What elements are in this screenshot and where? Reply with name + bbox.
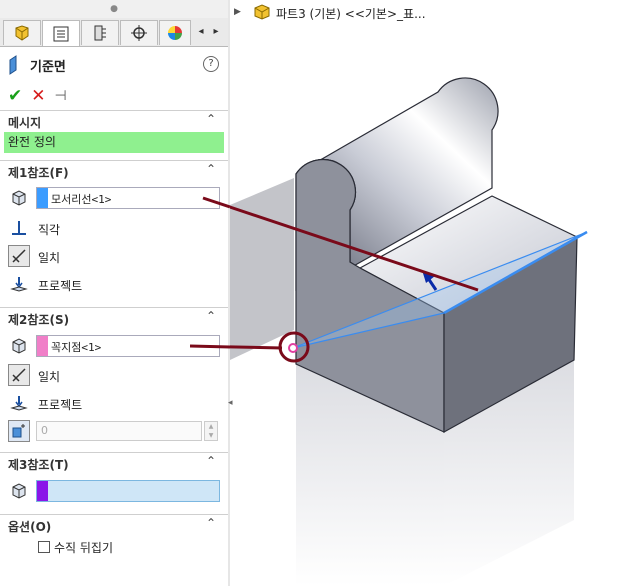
ref3-entity-icon xyxy=(8,480,30,502)
options-section-header[interactable]: 옵션(O) ⌃ xyxy=(0,514,228,535)
ref2-callout-line xyxy=(190,344,230,349)
selected-vertex xyxy=(288,343,298,353)
tabs-scroll-right-button[interactable]: ▸ xyxy=(209,24,223,40)
ref1-section-header[interactable]: 제1참조(F) ⌃ xyxy=(0,160,228,181)
plane-icon xyxy=(9,55,17,75)
flip-normal-checkbox[interactable] xyxy=(38,541,50,553)
display-manager-icon xyxy=(168,26,182,40)
cancel-button[interactable]: ✕ xyxy=(31,87,45,105)
ref2-option-project[interactable]: 프로젝트 xyxy=(38,396,82,413)
ref1-section-title: 제1참조(F) xyxy=(8,166,69,180)
ref1-callout-line xyxy=(202,196,230,209)
offset-spinner[interactable]: ▲ ▼ xyxy=(204,421,218,441)
property-manager-icon xyxy=(53,26,69,41)
plane-shadow xyxy=(230,178,294,360)
tab-feature-manager[interactable] xyxy=(3,20,41,45)
ref2-selection-text: 꼭지점<1> xyxy=(51,341,102,354)
collapse-icon: ⌃ xyxy=(206,454,217,468)
ref3-selection-box[interactable] xyxy=(36,480,220,502)
ref1-entity-icon xyxy=(8,187,30,209)
ref3-color-swatch xyxy=(37,481,48,501)
perpendicular-icon[interactable] xyxy=(8,217,30,239)
tree-expand-arrow[interactable]: ▶ xyxy=(234,7,241,17)
options-section-title: 옵션(O) xyxy=(8,520,52,534)
offset-distance-input[interactable]: 0 xyxy=(36,421,202,441)
flip-normal-label[interactable]: 수직 뒤집기 xyxy=(54,539,113,556)
ref3-section-header[interactable]: 제3참조(T) ⌃ xyxy=(0,452,228,473)
coincident-icon[interactable] xyxy=(8,245,30,267)
panel-grip[interactable]: ● xyxy=(0,0,228,18)
message-section-header[interactable]: 메시지 ⌃ xyxy=(0,110,228,131)
configuration-manager-icon xyxy=(94,25,106,41)
project-icon[interactable] xyxy=(8,392,30,414)
collapse-icon: ⌃ xyxy=(206,162,217,176)
message-box: 완전 정의 xyxy=(4,132,224,153)
ref2-entity-icon xyxy=(8,335,30,357)
feature-manager-icon xyxy=(15,25,29,41)
graphics-viewport[interactable] xyxy=(230,0,617,586)
feature-title-label: 기준면 xyxy=(30,59,66,75)
ref1-option-perpendicular[interactable]: 직각 xyxy=(38,221,60,238)
project-icon[interactable] xyxy=(8,273,30,295)
offset-distance-icon[interactable] xyxy=(8,420,30,442)
message-section-title: 메시지 xyxy=(8,116,42,130)
tree-part-label[interactable]: 파트3 (기본) <<기본>_표... xyxy=(276,5,426,22)
tab-display-manager[interactable] xyxy=(159,20,191,45)
tab-property-manager[interactable] xyxy=(42,20,80,46)
ref2-option-coincident[interactable]: 일치 xyxy=(38,368,60,385)
ref1-option-project[interactable]: 프로젝트 xyxy=(38,277,82,294)
tab-configuration-manager[interactable] xyxy=(81,20,119,45)
panel-tabs: ◂ ▸ xyxy=(0,18,228,47)
ref2-callout-line xyxy=(230,345,283,350)
ok-button[interactable]: ✔ xyxy=(8,87,22,105)
ref3-section-title: 제3참조(T) xyxy=(8,458,69,472)
feature-title: 기준면 xyxy=(8,54,66,76)
ref1-selection-text: 모서리선<1> xyxy=(51,193,112,206)
tab-dimxpert[interactable] xyxy=(120,20,158,45)
help-button[interactable]: ? xyxy=(203,56,219,72)
callout-overlay xyxy=(190,196,230,349)
ref1-option-coincident[interactable]: 일치 xyxy=(38,249,60,266)
collapse-icon: ⌃ xyxy=(206,516,217,530)
collapse-icon: ⌃ xyxy=(206,112,217,126)
coincident-icon[interactable] xyxy=(8,364,30,386)
pin-button[interactable]: ⊣ xyxy=(55,87,67,105)
tabs-scroll-left-button[interactable]: ◂ xyxy=(194,24,208,40)
part-icon xyxy=(254,4,270,20)
ref1-color-swatch xyxy=(37,188,48,208)
dimxpert-icon xyxy=(131,25,147,41)
ref2-color-swatch xyxy=(37,336,48,356)
action-bar: ✔ ✕ ⊣ xyxy=(8,86,67,106)
ref2-section-title: 제2참조(S) xyxy=(8,313,70,327)
